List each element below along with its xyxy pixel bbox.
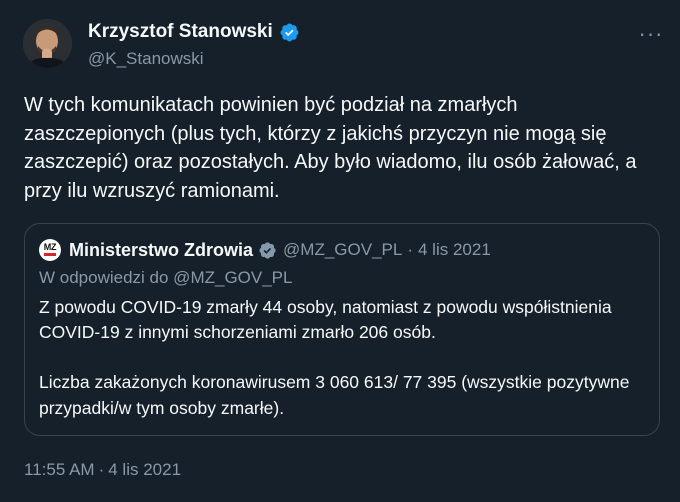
- author-name[interactable]: Krzysztof Stanowski: [88, 20, 273, 44]
- quoted-author-handle[interactable]: @MZ_GOV_PL: [283, 240, 402, 260]
- author-handle[interactable]: @K_Stanowski: [88, 48, 204, 70]
- quoted-date[interactable]: 4 lis 2021: [418, 240, 491, 260]
- quoted-tweet-header: MZ Ministerstwo Zdrowia @MZ_GOV_PL · 4 l…: [39, 238, 491, 262]
- verified-badge-icon: [280, 23, 299, 41]
- more-dots-icon: ···: [638, 21, 664, 46]
- mz-logo-icon: MZ: [43, 242, 57, 252]
- quoted-reply-context: W odpowiedzi do @MZ_GOV_PL: [39, 268, 293, 287]
- timestamp-separator: ·: [98, 460, 105, 479]
- avatar-photo: [23, 19, 72, 68]
- author-name-row[interactable]: Krzysztof Stanowski: [88, 20, 300, 44]
- logo-red-bar: [44, 253, 56, 256]
- quoted-paragraph: Liczba zakażonych koronawirusem 3 060 61…: [39, 372, 630, 418]
- tweet-date[interactable]: 4 lis 2021: [108, 460, 181, 479]
- quoted-tweet-text: Z powodu COVID-19 zmarły 44 osoby, natom…: [39, 295, 649, 421]
- quoted-paragraph: Z powodu COVID-19 zmarły 44 osoby, natom…: [39, 297, 612, 343]
- tweet-timestamp[interactable]: 11:55 AM · 4 lis 2021: [24, 459, 181, 481]
- tweet-card: Krzysztof Stanowski @K_Stanowski ··· W t…: [0, 0, 680, 502]
- verified-gray-badge-icon: [259, 241, 276, 259]
- quoted-tweet[interactable]: MZ Ministerstwo Zdrowia @MZ_GOV_PL · 4 l…: [24, 223, 660, 436]
- more-options-button[interactable]: ···: [636, 21, 666, 46]
- quoted-separator: ·: [407, 240, 413, 259]
- quoted-author-name[interactable]: Ministerstwo Zdrowia: [69, 240, 253, 261]
- tweet-text: W tych komunikatach powinien być podział…: [24, 94, 637, 202]
- tweet-time[interactable]: 11:55 AM: [24, 460, 95, 479]
- quoted-avatar[interactable]: MZ: [39, 239, 61, 261]
- author-avatar[interactable]: [23, 19, 72, 68]
